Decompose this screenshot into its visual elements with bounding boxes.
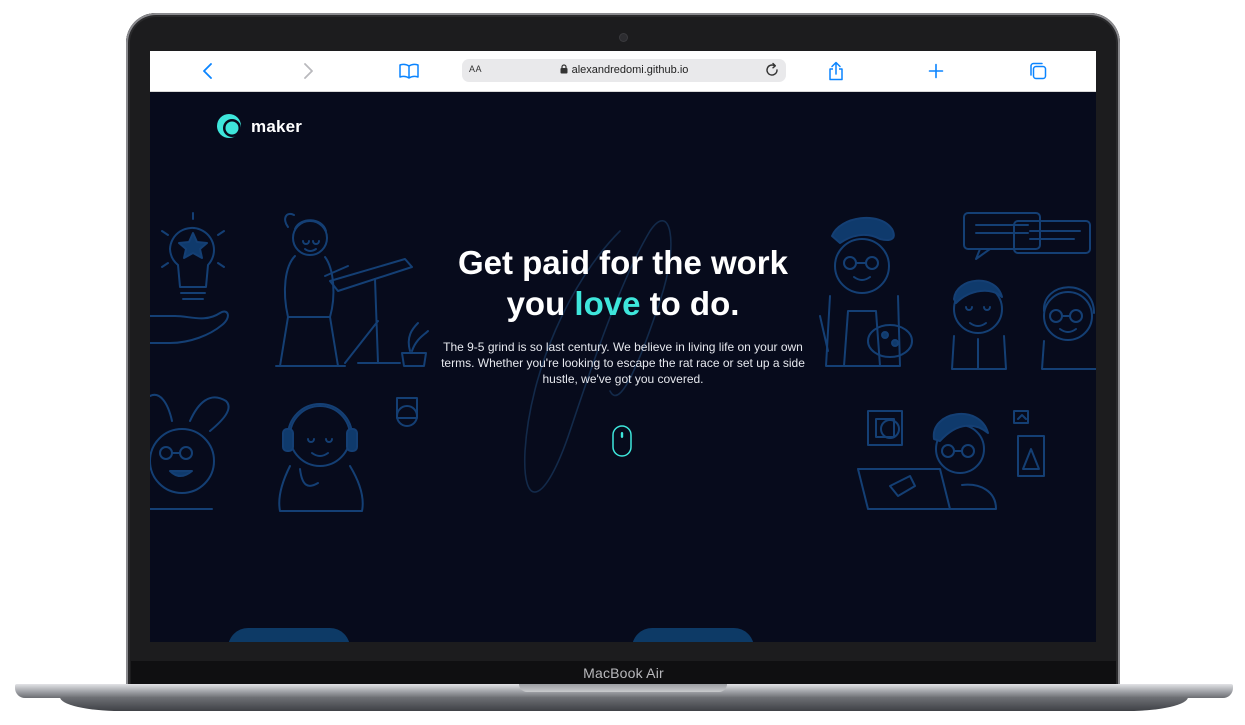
browser-toolbar: AA alexandredomi.github.io: [150, 51, 1096, 92]
scroll-indicator[interactable]: [612, 425, 632, 462]
headline-line-2a: you: [506, 285, 575, 322]
back-button[interactable]: [196, 59, 220, 83]
tabs-button[interactable]: [1026, 59, 1050, 83]
bunny-character-illustration: [150, 393, 230, 510]
share-icon: [829, 61, 843, 81]
headline-accent-word: love: [574, 285, 641, 322]
reload-button[interactable]: [764, 62, 780, 83]
lightbulb-illustration: [150, 212, 229, 344]
hero-headline: Get paid for the work you love to do.: [396, 242, 850, 324]
bookmarks-icon: [399, 63, 419, 79]
section-card-left: [228, 628, 350, 642]
headline-line-1: Get paid for the work: [457, 244, 789, 281]
web-page: maker Get paid for the work you love to …: [150, 91, 1096, 642]
address-bar[interactable]: AA alexandredomi.github.io: [462, 59, 786, 82]
headline-line-2b: to do.: [640, 285, 740, 322]
new-tab-button[interactable]: [924, 59, 948, 83]
new-tab-icon: [928, 63, 944, 79]
forward-icon: [304, 63, 313, 79]
lock-icon: [560, 64, 568, 77]
back-icon: [203, 63, 212, 79]
bookmarks-button[interactable]: [397, 59, 421, 83]
camera: [620, 34, 627, 41]
share-button[interactable]: [824, 59, 848, 83]
url-text: alexandredomi.github.io: [571, 64, 689, 76]
headphones-illustration: [278, 397, 418, 512]
forward-button[interactable]: [296, 59, 320, 83]
device-label: MacBook Air: [131, 661, 1116, 685]
laptop-base-bottom: [60, 697, 1188, 711]
tabs-icon: [1030, 62, 1047, 80]
logo-icon: [217, 114, 241, 138]
reload-icon: [766, 62, 778, 76]
screen: AA alexandredomi.github.io maker Get pai…: [150, 51, 1096, 642]
hero-description: The 9-5 grind is so last century. We bel…: [441, 340, 805, 386]
lid-notch: [519, 684, 727, 692]
site-logo[interactable]: maker: [216, 113, 302, 141]
chat-people-illustration: [951, 212, 1096, 370]
designer-laptop-illustration: [857, 410, 1045, 510]
section-card-right: [632, 628, 754, 642]
logo-text: maker: [251, 117, 303, 136]
scroll-mouse-icon: [612, 425, 632, 457]
